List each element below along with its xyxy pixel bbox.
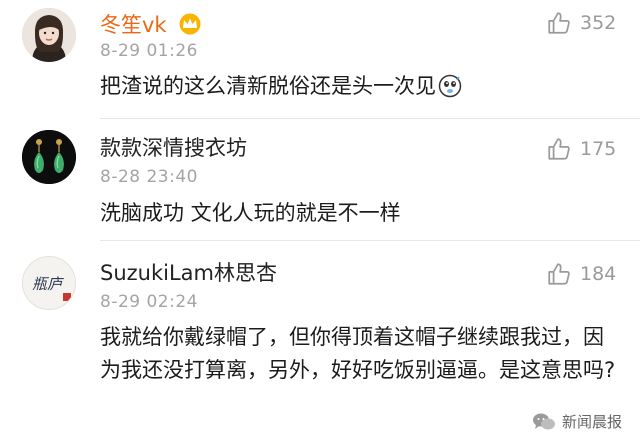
timestamp: 8-28 23:40 <box>100 167 198 187</box>
username[interactable]: 冬笙vk <box>100 12 203 38</box>
like-count: 184 <box>580 263 617 285</box>
comment-text-content: 我就给你戴绿帽了，但你得顶着这帽子继续跟我过，因为我还没打算离，另外，好好吃饭别… <box>100 325 616 382</box>
username-text: 款款深情搜衣坊 <box>100 136 247 160</box>
watermark-text: 新闻晨报 <box>561 413 622 431</box>
like-button[interactable]: 352 <box>546 10 616 36</box>
avatar[interactable]: 瓶庐 <box>22 256 76 310</box>
timestamp: 8-29 01:26 <box>100 41 198 61</box>
comment-text-content: 洗脑成功 文化人玩的就是不一样 <box>100 201 401 225</box>
comment-text: 洗脑成功 文化人玩的就是不一样 <box>100 197 620 230</box>
comment-text: 把渣说的这么清新脱俗还是头一次见 <box>100 70 620 103</box>
face-emoji-icon <box>438 74 462 98</box>
avatar-calligraphy-text: 瓶庐 <box>32 275 64 293</box>
thumbs-up-icon <box>548 12 570 34</box>
timestamp: 8-29 02:24 <box>100 292 198 312</box>
like-count: 352 <box>580 12 617 34</box>
like-button[interactable]: 175 <box>546 136 616 162</box>
woman-portrait-avatar <box>22 8 76 62</box>
comment-text-content: 把渣说的这么清新脱俗还是头一次见 <box>100 74 436 98</box>
avatar[interactable] <box>22 130 76 184</box>
thumbs-up-icon <box>548 138 570 160</box>
username-text: 冬笙vk <box>100 13 167 37</box>
thumbs-up-icon <box>548 263 570 285</box>
username[interactable]: 款款深情搜衣坊 <box>100 135 247 161</box>
username[interactable]: SuzukiLam林思杏 <box>100 260 277 286</box>
username-text: SuzukiLam林思杏 <box>100 261 277 285</box>
crown-badge-icon <box>179 13 201 35</box>
like-button[interactable]: 184 <box>546 261 616 287</box>
calligraphy-avatar: 瓶庐 <box>23 257 75 309</box>
watermark: 新闻晨报 <box>532 411 622 432</box>
comment-item: 冬笙vk 8-29 01:26 352 把渣说的这么清新脱俗还是头一次见 <box>0 0 640 118</box>
like-count: 175 <box>580 138 617 160</box>
avatar[interactable] <box>22 8 76 62</box>
jade-earrings-avatar <box>22 130 76 184</box>
comment-item: 款款深情搜衣坊 8-28 23:40 175 洗脑成功 文化人玩的就是不一样 <box>0 119 640 237</box>
wechat-logo-icon <box>532 413 555 429</box>
comment-text: 我就给你戴绿帽了，但你得顶着这帽子继续跟我过，因为我还没打算离，另外，好好吃饭别… <box>100 321 620 387</box>
